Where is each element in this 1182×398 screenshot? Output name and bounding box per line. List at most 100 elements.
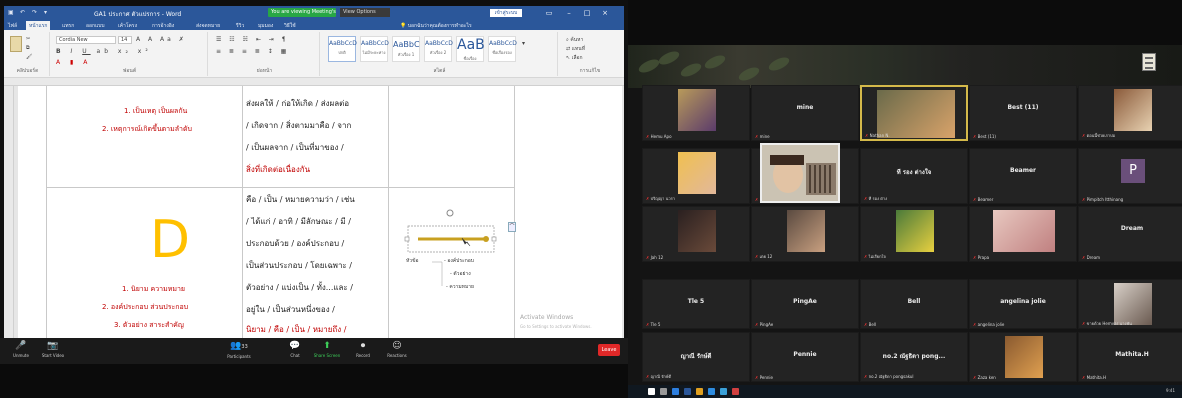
paste-icon[interactable] (10, 36, 22, 52)
participant-tile[interactable]: Prapa (969, 206, 1077, 262)
participant-tile[interactable]: Nathan N. (860, 85, 968, 141)
minimize-icon[interactable]: – (564, 8, 574, 18)
document-page[interactable]: 1. เป็นเหตุ เป็นผลกัน 2. เหตุการณ์เกิดขึ… (18, 86, 622, 338)
mind-diagram[interactable]: ⌒ หัวข้อ - องค์ประกอบ - ตัวอย่าง - ความห… (402, 204, 516, 294)
participant-tile[interactable]: Zaza ken (969, 332, 1077, 382)
participant-tile[interactable]: Pennie Pennie (751, 332, 859, 382)
participant-tile[interactable]: ขายด้วย Hemvar นางพัน (1078, 279, 1182, 329)
style-title[interactable]: AaB ชื่อเรื่อง (456, 36, 485, 62)
maximize-icon[interactable]: □ (582, 8, 592, 18)
participant-tile[interactable]: P Pimpitch Itthinang (1078, 148, 1182, 204)
tab-layout[interactable]: เค้าโครง (118, 22, 137, 30)
meeting-toolbar: 🎤 Unmute 📷 Start Video 👥33 Participants 💬 Ch… (0, 338, 628, 364)
participants-button[interactable]: 👥33 Participants (224, 340, 254, 362)
grow-shrink-icons[interactable]: A A Aa ✗ (136, 36, 187, 43)
align-icons[interactable]: ≡ ≣ ≡ ≣ ↕ ▦ (216, 48, 289, 55)
word-app-icon[interactable] (684, 388, 691, 395)
undo-icon[interactable]: ↶ (20, 9, 25, 16)
select-button[interactable]: ↖ เลือก (566, 54, 583, 62)
tab-home[interactable]: หน้าแรก (26, 21, 51, 30)
styles-more-icon[interactable]: ▾ (522, 40, 525, 47)
select-label: เลือก (571, 55, 583, 61)
signin-button[interactable]: เข้าสู่ระบบ (490, 9, 522, 17)
font-name-box[interactable]: Cordia New (56, 36, 116, 44)
close-icon[interactable]: × (600, 8, 610, 18)
participant-tile[interactable]: เตย 12 (751, 206, 859, 262)
record-button[interactable]: ⏺ Record (348, 340, 378, 362)
style-name: หัวเรื่อง 2 (429, 50, 447, 55)
tell-me-search[interactable]: 💡 บอกฉันว่าคุณต้องการทำอะไร (400, 22, 472, 30)
tab-insert[interactable]: แทรก (62, 22, 74, 30)
view-options-button[interactable]: View Options (340, 8, 390, 17)
participant-tile[interactable]: PingAe PingAe (751, 279, 859, 329)
reactions-button[interactable]: ☺ Reactions (382, 340, 412, 362)
vertical-ruler[interactable] (4, 86, 14, 338)
participant-tile[interactable]: no.2 ณัฐธิดา pong... no.2 ณัฐธิดา pongsak… (860, 332, 968, 382)
tab-file[interactable]: ไฟล์ (8, 22, 17, 30)
participant-tile[interactable]: angelina jolie angelina jolie (969, 279, 1077, 329)
shared-screen: ▣ ↶ ↷ ▾ GA1 ประกาศ ตัวแปรการ - Word You … (0, 0, 628, 398)
customize-icon[interactable]: ▾ (44, 9, 47, 16)
zoom-app-icon[interactable] (708, 388, 715, 395)
tab-references[interactable]: การอ้างอิง (152, 22, 174, 30)
tab-view[interactable]: มุมมอง (258, 22, 273, 30)
ribbon-display-icon[interactable]: ▭ (544, 8, 554, 18)
find-button[interactable]: ⌕ ค้นหา (566, 36, 583, 44)
copy-icon[interactable]: ⧉ (26, 45, 30, 51)
replace-label: แทนที่ (571, 46, 586, 52)
participant-tile[interactable]: ปริญญา นวรา (642, 148, 750, 204)
edge-icon[interactable] (720, 388, 727, 395)
tab-review[interactable]: รีวิว (236, 22, 244, 30)
cut-icon[interactable]: ✂ (26, 36, 30, 42)
big-letter-d: D (150, 210, 191, 270)
share-screen-button[interactable]: ⬆ Share Screen (312, 340, 342, 362)
participant-tile[interactable]: ไม่เรียกใจ (860, 206, 968, 262)
gallery-menu-icon[interactable] (1142, 53, 1156, 71)
participant-tile[interactable]: Mathita.H Mathita.H (1078, 332, 1182, 382)
app-icon[interactable] (732, 388, 739, 395)
replace-button[interactable]: ⇄ แทนที่ (566, 45, 585, 53)
unmute-button[interactable]: 🎤 Unmute (6, 340, 36, 362)
participant-tile[interactable]: ที รอง ต่างใจที รอง ต่าง (860, 148, 968, 204)
participant-tile[interactable]: Bell Bell (860, 279, 968, 329)
participant-tile[interactable]: Beamer Beamer (969, 148, 1077, 204)
leave-button[interactable]: Leave (598, 344, 620, 356)
gallery-banner-image (628, 45, 1182, 88)
horizontal-ruler[interactable] (4, 78, 624, 86)
explorer-icon[interactable] (696, 388, 703, 395)
tab-mailings[interactable]: ส่งจดหมาย (196, 22, 220, 30)
participant-video-thumbnail (678, 210, 716, 252)
font-size-box[interactable]: 14 (118, 36, 132, 44)
row2-mid-line7: นิยาม / คือ / เป็น / หมายถึง / (246, 325, 347, 334)
start-icon[interactable] (648, 388, 655, 395)
taskview-icon[interactable] (672, 388, 679, 395)
font-color-icons[interactable]: A ▮ A (56, 59, 91, 66)
participant-label: Dream (1082, 255, 1100, 260)
start-video-button[interactable]: 📷 Start Video (38, 340, 68, 362)
list-icons[interactable]: ☰ ☷ ☵ ⇤ ⇥ ¶ (216, 36, 289, 43)
save-icon[interactable]: ▣ (8, 9, 14, 16)
chat-button[interactable]: 💬 Chat (280, 340, 310, 362)
screen: ▣ ↶ ↷ ▾ GA1 ประกาศ ตัวแปรการ - Word You … (0, 0, 1182, 398)
style-normal[interactable]: AaBbCcD ปกติ (328, 36, 357, 62)
participant-tile[interactable]: mine mine (751, 85, 859, 141)
redo-icon[interactable]: ↷ (32, 9, 37, 16)
style-no-spacing[interactable]: AaBbCcD ไม่มีระยะห่าง (360, 36, 389, 62)
style-heading1[interactable]: AaBbC หัวเรื่อง 1 (392, 36, 420, 62)
participant-tile[interactable]: Jah 12 (642, 206, 750, 262)
participant-tile[interactable]: Dream Dream (1078, 206, 1182, 262)
format-buttons[interactable]: B I U ab x₂ x² (56, 48, 152, 55)
participant-tile[interactable]: Hemu Apo (642, 85, 750, 141)
layout-options-icon[interactable]: ⌒ (508, 222, 516, 232)
tab-help[interactable]: วิธีใช้ (284, 22, 296, 30)
search-icon[interactable] (660, 388, 667, 395)
participant-tile[interactable]: Tle 5 Tle 5 (642, 279, 750, 329)
style-subtitle[interactable]: AaBbCcD ชื่อเรื่องรอง (488, 36, 517, 62)
tab-design[interactable]: ออกแบบ (86, 22, 105, 30)
participant-tile[interactable]: Best (11) Best (11) (969, 85, 1077, 141)
participant-tile[interactable]: ตอนนี้ช่วยเราปอ (1078, 85, 1182, 141)
participant-tile[interactable]: ญาณี รักษ์ดีญาณี รักษ์ดี (642, 332, 750, 382)
style-heading2[interactable]: AaBbCcD หัวเรื่อง 2 (424, 36, 453, 62)
picture-in-picture-video[interactable] (760, 143, 840, 203)
format-painter-icon[interactable]: 🖌 (26, 54, 32, 60)
